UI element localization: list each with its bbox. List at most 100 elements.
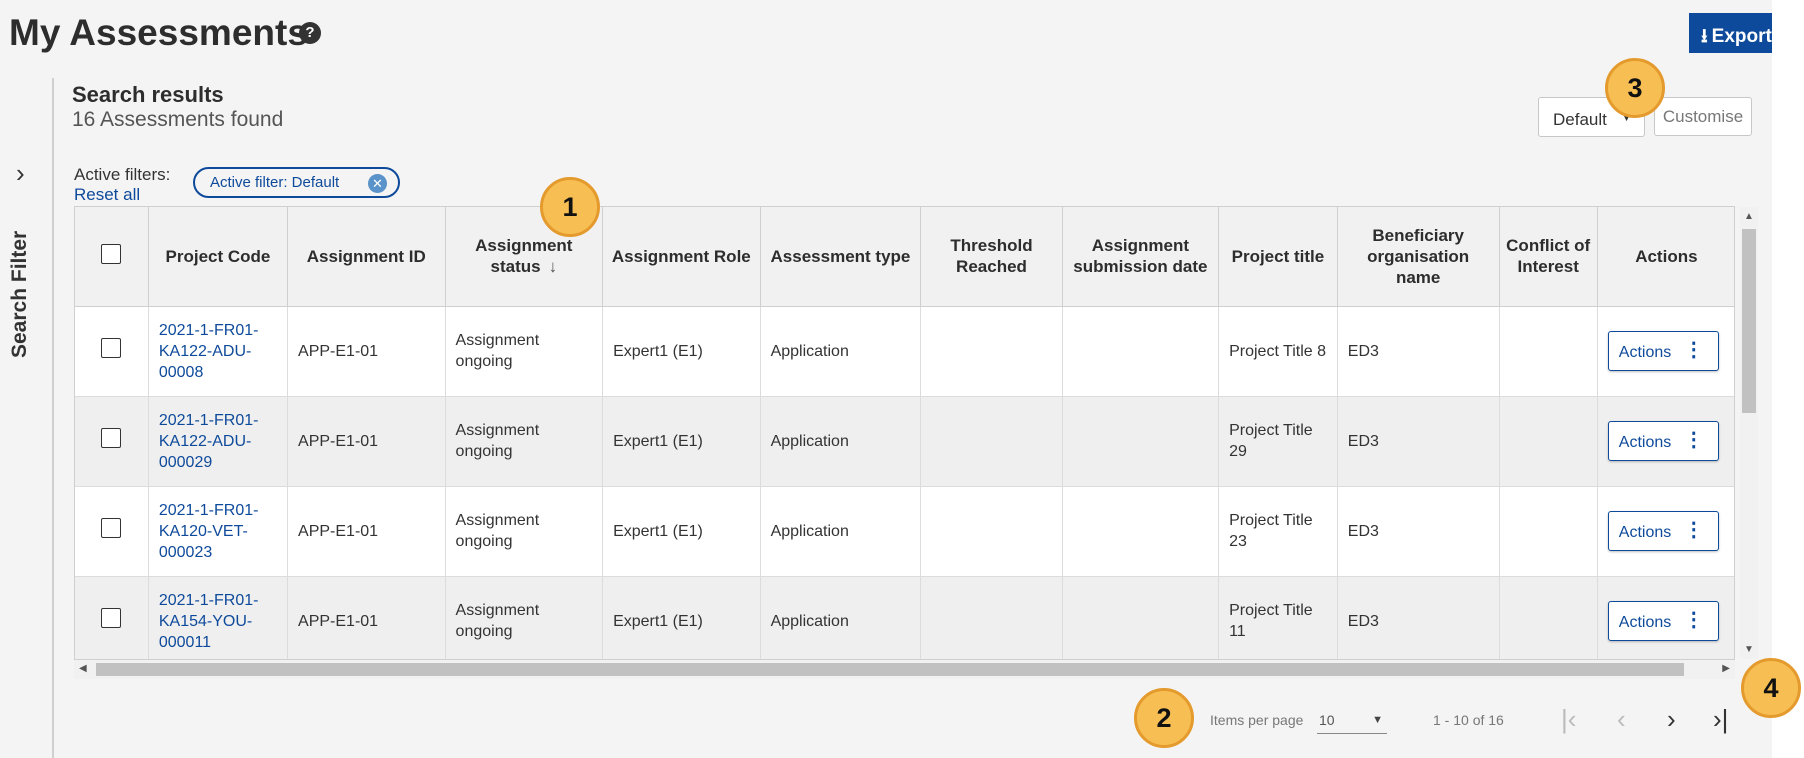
right-margin [1772,0,1804,758]
threshold-cell [920,396,1063,487]
project-code-link[interactable]: 2021-1-FR01-KA154-YOU-000011 [159,592,259,651]
select-all-checkbox[interactable] [101,243,122,264]
assignment-status-cell: Assignment ongoing [445,486,604,577]
actions-cell: Actions ⋮ [1597,396,1734,487]
conflict-cell [1499,486,1598,577]
items-per-page-select[interactable]: 10 ▼ [1317,708,1387,734]
actions-cell: Actions ⋮ [1597,576,1734,659]
select-all-cell [75,207,149,307]
kebab-menu-icon: ⋮ [1683,519,1704,541]
project-title-cell: Project Title 11 [1218,576,1338,659]
row-actions-button[interactable]: Actions ⋮ [1607,601,1719,641]
assignment-role-cell: Expert1 (E1) [602,486,761,577]
submission-date-cell [1062,576,1220,659]
row-actions-label: Actions [1618,434,1672,451]
kebab-menu-icon: ⋮ [1683,339,1704,361]
col-assignment-role[interactable]: Assignment Role [602,207,761,307]
conflict-cell [1499,306,1598,397]
project-code-link[interactable]: 2021-1-FR01-KA122-ADU-00008 [159,322,259,381]
row-select-cell [75,486,149,577]
download-icon: ⭳ [1701,26,1708,47]
vertical-scrollbar[interactable]: ▲ ▼ [1740,207,1758,659]
callout-badge-4: 4 [1741,658,1801,718]
beneficiary-cell: ED3 [1337,576,1500,659]
project-code-link[interactable]: 2021-1-FR01-KA120-VET-000023 [159,502,259,561]
scroll-down-icon[interactable]: ▼ [1744,644,1754,655]
export-label: Export [1711,26,1772,47]
col-actions: Actions [1597,207,1734,307]
table-row: 2021-1-FR01-KA120-VET-000023 APP-E1-01 A… [75,486,1734,577]
horizontal-scrollbar[interactable]: ◀ ▶ [74,660,1735,679]
col-assessment-type[interactable]: Assessment type [760,207,922,307]
col-beneficiary[interactable]: Beneficiary organisation name [1337,207,1500,307]
row-actions-label: Actions [1618,344,1672,361]
project-code-link[interactable]: 2021-1-FR01-KA122-ADU-000029 [159,412,259,471]
close-icon[interactable]: ✕ [368,174,387,193]
active-filter-chip: Active filter: Default ✕ [193,167,400,198]
row-actions-button[interactable]: Actions ⋮ [1607,421,1719,461]
last-page-icon[interactable]: ›| [1713,704,1728,735]
row-checkbox[interactable] [101,518,122,538]
search-results-title: Search results [72,82,224,107]
horizontal-scroll-thumb[interactable] [96,663,1684,676]
pagination-range: 1 - 10 of 16 [1433,712,1504,728]
col-assignment-id[interactable]: Assignment ID [287,207,446,307]
prev-page-icon[interactable]: ‹ [1617,704,1626,735]
col-project-title[interactable]: Project title [1218,207,1338,307]
export-button[interactable]: ⭳ Export [1689,13,1772,53]
row-checkbox[interactable] [101,428,122,448]
results-count: 16 Assessments found [72,108,284,131]
col-threshold-reached[interactable]: Threshold Reached [920,207,1063,307]
project-title-cell: Project Title 23 [1218,486,1338,577]
project-code-cell: 2021-1-FR01-KA120-VET-000023 [148,486,289,577]
col-project-code[interactable]: Project Code [148,207,289,307]
row-actions-label: Actions [1618,524,1672,541]
kebab-menu-icon: ⋮ [1683,609,1704,631]
assignment-id-cell: APP-E1-01 [287,486,446,577]
chevron-right-icon[interactable]: › [16,158,25,189]
beneficiary-cell: ED3 [1337,306,1500,397]
scroll-left-icon[interactable]: ◀ [79,663,87,674]
actions-cell: Actions ⋮ [1597,306,1734,397]
callout-badge-1: 1 [540,177,600,237]
scroll-up-icon[interactable]: ▲ [1744,211,1754,222]
project-code-cell: 2021-1-FR01-KA122-ADU-000029 [148,396,289,487]
items-per-page-value: 10 [1319,712,1335,728]
reset-all-link[interactable]: Reset all [74,185,140,205]
vertical-scroll-thumb[interactable] [1742,229,1756,413]
table-header-row: Project Code Assignment ID Assignment st… [75,207,1734,307]
col-submission-date[interactable]: Assignment submission date [1062,207,1220,307]
col-conflict-of-interest[interactable]: Conflict of Interest [1499,207,1598,307]
project-title-cell: Project Title 8 [1218,306,1338,397]
assessment-type-cell: Application [760,306,922,397]
assignment-status-cell: Assignment ongoing [445,306,604,397]
conflict-cell [1499,396,1598,487]
first-page-icon[interactable]: |‹ [1561,704,1576,735]
row-select-cell [75,306,149,397]
row-checkbox[interactable] [101,608,122,628]
row-checkbox[interactable] [101,338,122,358]
row-actions-button[interactable]: Actions ⋮ [1607,331,1719,371]
submission-date-cell [1062,306,1220,397]
row-actions-button[interactable]: Actions ⋮ [1607,511,1719,551]
row-select-cell [75,396,149,487]
sort-arrow-down-icon[interactable]: ↓ [549,256,558,277]
scroll-right-icon[interactable]: ▶ [1722,663,1730,674]
assignment-id-cell: APP-E1-01 [287,396,446,487]
items-per-page-label: Items per page [1210,712,1304,728]
search-filter-toggle[interactable]: Search Filter [8,231,32,358]
help-icon[interactable]: ? [299,22,321,44]
next-page-icon[interactable]: › [1667,704,1676,735]
customise-button[interactable]: Customise [1654,97,1752,136]
table-row: 2021-1-FR01-KA122-ADU-00008 APP-E1-01 As… [75,306,1734,397]
project-title-cell: Project Title 29 [1218,396,1338,487]
callout-badge-2: 2 [1134,688,1194,748]
table-row: 2021-1-FR01-KA122-ADU-000029 APP-E1-01 A… [75,396,1734,487]
assignment-status-cell: Assignment ongoing [445,396,604,487]
assessment-type-cell: Application [760,396,922,487]
kebab-menu-icon: ⋮ [1683,429,1704,451]
project-code-cell: 2021-1-FR01-KA122-ADU-00008 [148,306,289,397]
search-filter-rail: › Search Filter [0,78,54,758]
assessment-type-cell: Application [760,576,922,659]
beneficiary-cell: ED3 [1337,396,1500,487]
